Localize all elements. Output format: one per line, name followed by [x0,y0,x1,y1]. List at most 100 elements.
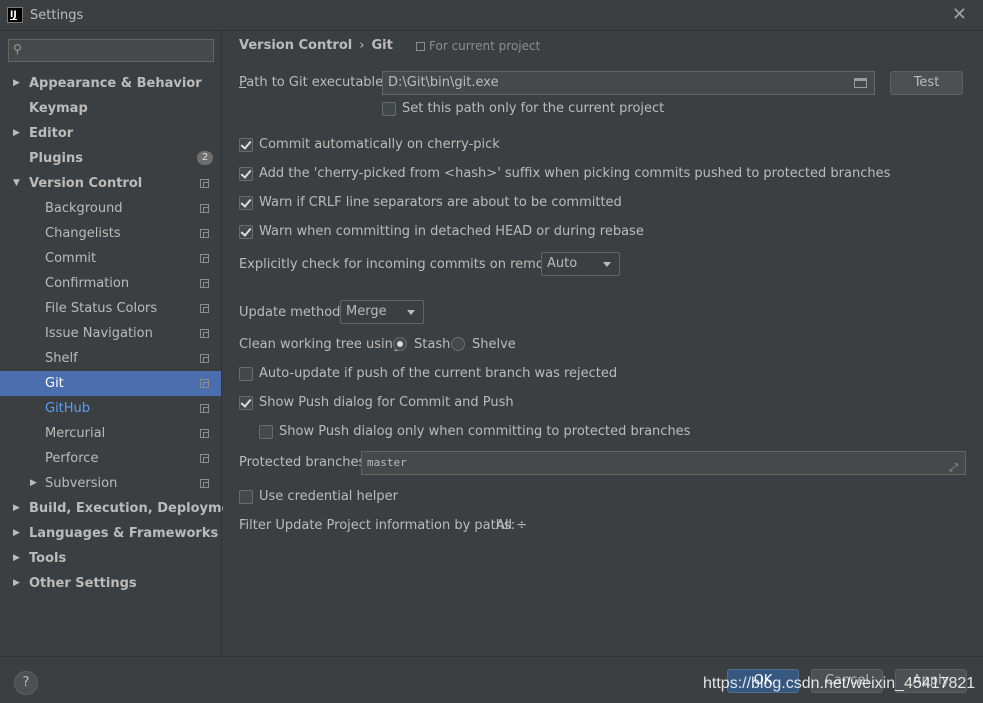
sidebar-item-appearance-behavior[interactable]: ▶ Appearance & Behavior [0,71,221,96]
sidebar-item-other-settings[interactable]: ▶ Other Settings [0,571,221,596]
sidebar-item-label: Tools [29,551,67,566]
collapsed-arrow-icon[interactable]: ▶ [13,571,20,596]
expanded-arrow-icon[interactable]: ▼ [13,171,20,196]
watermark-url: https://blog.csdn.net/weixin_45417821 [703,675,976,692]
update-method-value: Merge [346,304,387,319]
collapsed-arrow-icon[interactable]: ▶ [13,121,20,146]
shelve-label: Shelve [472,337,516,352]
sidebar-item-label: Confirmation [45,276,130,291]
protected-branches-input[interactable]: master ⤢ [361,451,966,475]
sidebar-item-label: Plugins [29,151,83,166]
help-button[interactable]: ? [14,671,38,695]
sidebar-item-label: Background [45,201,123,216]
sidebar-item-label: Languages & Frameworks [29,526,219,541]
project-scope-icon [200,354,209,363]
collapsed-arrow-icon[interactable]: ▶ [30,471,37,496]
sidebar-item-issue-navigation[interactable]: Issue Navigation [0,321,221,346]
clean-tree-label: Clean working tree using: [239,337,406,352]
chevron-down-icon [407,310,415,315]
dialog-footer: ? OK Cancel Apply https://blog.csdn.net/… [0,656,983,703]
test-button[interactable]: Test [890,71,963,95]
sidebar-item-editor[interactable]: ▶ Editor [0,121,221,146]
intellij-logo-icon: IJ [7,7,23,23]
sidebar-item-label: File Status Colors [45,301,158,316]
credential-helper-checkbox[interactable] [239,490,253,504]
sidebar-item-subversion[interactable]: ▶ Subversion [0,471,221,496]
project-scope-icon [200,429,209,438]
sidebar-item-mercurial[interactable]: Mercurial [0,421,221,446]
sidebar-item-label: Editor [29,126,74,141]
sidebar-item-shelf[interactable]: Shelf [0,346,221,371]
sidebar-item-background[interactable]: Background [0,196,221,221]
git-path-label: Path to Git executable: [239,75,388,90]
project-scope-icon [416,42,425,51]
cherry-picked-suffix-label: Add the 'cherry-picked from <hash>' suff… [259,166,891,181]
close-icon[interactable]: ✕ [952,4,967,25]
commit-cherry-pick-checkbox[interactable] [239,138,253,152]
collapsed-arrow-icon[interactable]: ▶ [13,521,20,546]
sidebar-item-git[interactable]: Git [0,371,221,396]
project-scope-icon [200,229,209,238]
project-scope-icon [200,304,209,313]
auto-update-checkbox[interactable] [239,367,253,381]
git-settings-panel: Version Control › Git For current project … [223,31,983,656]
incoming-commits-label: Explicitly check for incoming commits on… [239,257,569,272]
expand-icon[interactable]: ⤢ [949,457,958,479]
folder-icon[interactable] [854,78,867,88]
sidebar-item-plugins[interactable]: Plugins 2 [0,146,221,171]
settings-sidebar: ⚲ ▶ Appearance & Behavior Keymap ▶ Editor Plu… [0,31,246,656]
sidebar-item-label: Shelf [45,351,78,366]
sidebar-item-perforce[interactable]: Perforce [0,446,221,471]
warn-crlf-checkbox[interactable] [239,196,253,210]
breadcrumb-parent[interactable]: Version Control [239,38,352,53]
set-path-only-checkbox[interactable] [382,102,396,116]
sidebar-item-keymap[interactable]: Keymap [0,96,221,121]
sidebar-item-languages-frameworks[interactable]: ▶ Languages & Frameworks [0,521,221,546]
project-scope-icon [200,454,209,463]
collapsed-arrow-icon[interactable]: ▶ [13,71,20,96]
warn-crlf-label: Warn if CRLF line separators are about t… [259,195,622,210]
sidebar-item-label: Changelists [45,226,121,241]
collapsed-arrow-icon[interactable]: ▶ [13,496,20,521]
filter-update-dropdown[interactable]: All ÷ [496,518,527,533]
incoming-commits-value: Auto [547,256,578,271]
sidebar-item-label: Keymap [29,101,88,116]
sidebar-item-label: Subversion [45,476,118,491]
shelve-radio[interactable] [451,337,465,351]
sidebar-item-file-status-colors[interactable]: File Status Colors [0,296,221,321]
project-scope-icon [200,479,209,488]
stash-radio[interactable] [393,337,407,351]
sidebar-item-label: Perforce [45,451,99,466]
sidebar-item-label: Appearance & Behavior [29,76,202,91]
sidebar-item-label: Issue Navigation [45,326,153,341]
stash-label: Stash [414,337,451,352]
sidebar-item-label: Mercurial [45,426,106,441]
show-push-checkbox[interactable] [239,396,253,410]
sidebar-item-confirmation[interactable]: Confirmation [0,271,221,296]
project-scope-icon [200,404,209,413]
warn-detached-label: Warn when committing in detached HEAD or… [259,224,644,239]
incoming-commits-dropdown[interactable]: Auto [541,252,620,276]
update-method-label: Update method: [239,305,345,320]
cherry-picked-suffix-checkbox[interactable] [239,167,253,181]
commit-cherry-pick-label: Commit automatically on cherry-pick [259,137,500,152]
update-method-dropdown[interactable]: Merge [340,300,424,324]
show-push-protected-checkbox[interactable] [259,425,273,439]
sidebar-item-build-execution-deployment[interactable]: ▶ Build, Execution, Deployment [0,496,246,521]
sidebar-item-changelists[interactable]: Changelists [0,221,221,246]
credential-helper-label: Use credential helper [259,489,398,504]
sidebar-item-tools[interactable]: ▶ Tools [0,546,221,571]
set-path-only-label: Set this path only for the current proje… [402,101,665,116]
git-path-input[interactable]: D:\Git\bin\git.exe [382,71,875,95]
updown-arrow-icon: ÷ [516,518,528,533]
sidebar-item-commit[interactable]: Commit [0,246,221,271]
settings-search-input[interactable]: ⚲ [8,39,214,62]
warn-detached-checkbox[interactable] [239,225,253,239]
collapsed-arrow-icon[interactable]: ▶ [13,546,20,571]
for-current-project-label: For current project [429,39,541,53]
sidebar-item-version-control[interactable]: ▼ Version Control [0,171,221,196]
sidebar-item-github[interactable]: GitHub [0,396,221,421]
project-scope-icon [200,204,209,213]
breadcrumb-current: Git [371,38,393,53]
protected-branches-label: Protected branches: [239,455,370,470]
